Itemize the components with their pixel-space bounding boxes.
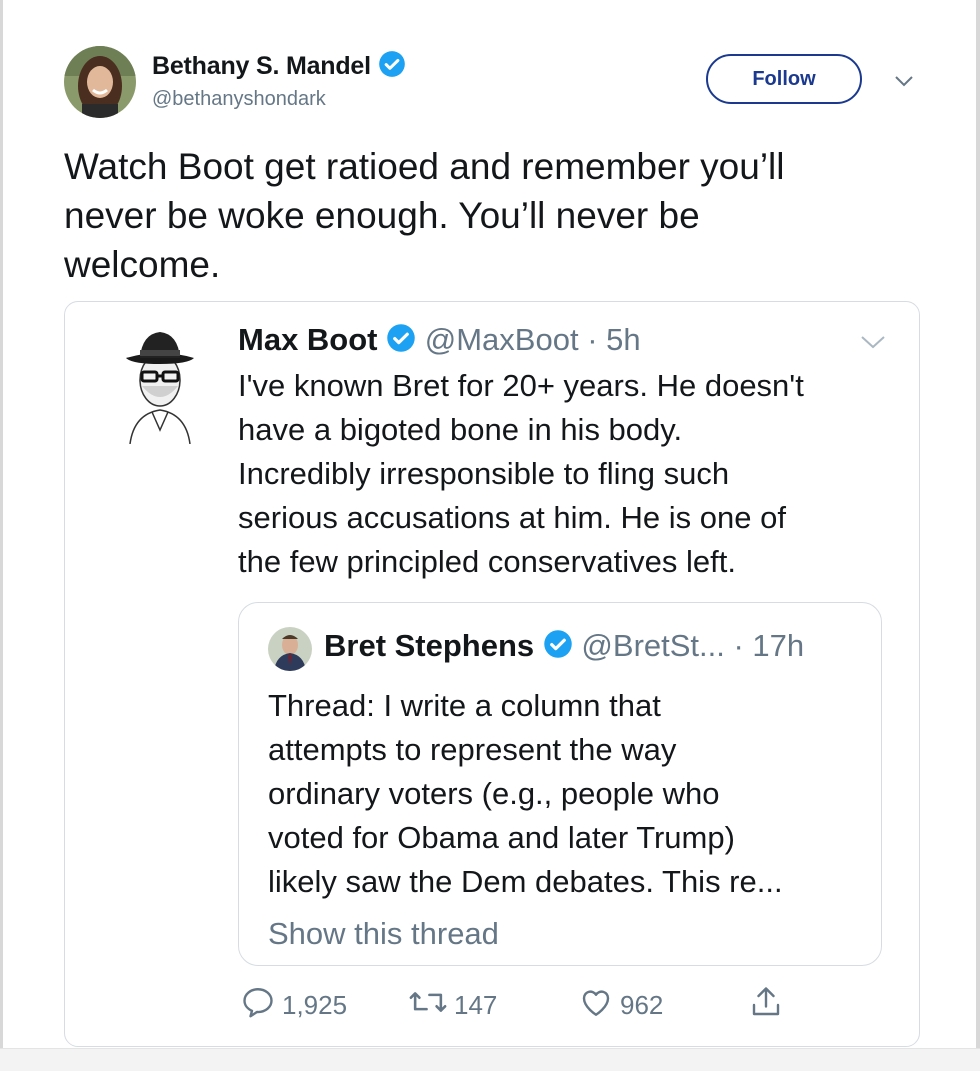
- author-handle[interactable]: @bethanyshondark: [152, 88, 326, 111]
- quoted-tweet-text: I've known Bret for 20+ years. He doesn'…: [238, 368, 804, 579]
- retweet-icon: [408, 984, 454, 1027]
- nested-time[interactable]: · 17h: [734, 628, 805, 663]
- window-frame-bottom: [0, 1048, 980, 1071]
- author-name-line[interactable]: Bethany S. Mandel: [152, 50, 406, 85]
- nested-tweet-text: Thread: I write a column that attempts t…: [268, 688, 783, 899]
- share-button[interactable]: [748, 984, 790, 1027]
- nested-author-line[interactable]: Bret Stephens @BretSt... · 17h: [324, 628, 804, 667]
- share-icon: [748, 984, 790, 1027]
- retweet-button[interactable]: 147: [408, 984, 497, 1027]
- reply-icon: [240, 984, 282, 1027]
- quoted-time[interactable]: · 5h: [587, 322, 640, 357]
- verified-icon: [386, 323, 416, 361]
- verified-icon: [543, 629, 573, 667]
- verified-icon: [378, 50, 406, 85]
- chevron-down-icon[interactable]: [860, 334, 886, 350]
- author-avatar[interactable]: [64, 46, 136, 118]
- quoted-author-name[interactable]: Max Boot: [238, 322, 378, 357]
- follow-button[interactable]: Follow: [706, 54, 862, 104]
- like-icon: [578, 984, 620, 1027]
- retweet-count: 147: [454, 990, 498, 1020]
- author-name[interactable]: Bethany S. Mandel: [152, 52, 371, 80]
- reply-count: 1,925: [282, 990, 348, 1020]
- tweet-text: Watch Boot get ratioed and remember you’…: [64, 146, 785, 285]
- reply-button[interactable]: 1,925: [240, 984, 347, 1027]
- like-count: 962: [620, 990, 664, 1020]
- nested-author-name[interactable]: Bret Stephens: [324, 628, 534, 663]
- window-frame-left: [0, 0, 3, 1071]
- nested-author-avatar[interactable]: [268, 627, 312, 671]
- show-thread-link[interactable]: Show this thread: [268, 916, 499, 952]
- quoted-author-avatar[interactable]: [112, 320, 208, 445]
- window-frame-right: [976, 0, 980, 1071]
- quoted-author-handle[interactable]: @MaxBoot: [425, 322, 579, 357]
- nested-author-handle[interactable]: @BretSt...: [581, 628, 724, 663]
- quoted-author-line[interactable]: Max Boot @MaxBoot · 5h: [238, 322, 641, 361]
- like-button[interactable]: 962: [578, 984, 663, 1027]
- chevron-down-icon[interactable]: [894, 74, 914, 88]
